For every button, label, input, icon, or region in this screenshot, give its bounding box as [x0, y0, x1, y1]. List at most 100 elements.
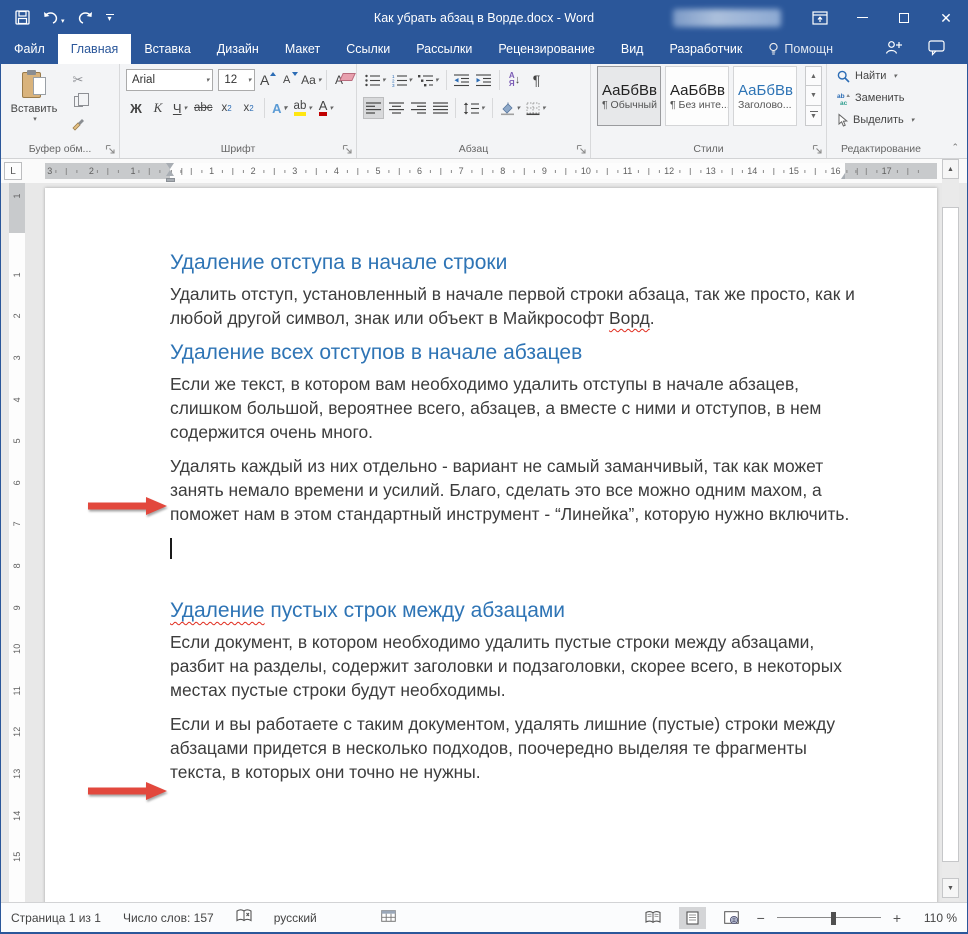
document-content[interactable]: Удаление отступа в начале строки Удалить…: [170, 188, 860, 784]
minimize-button[interactable]: [841, 1, 883, 34]
paste-button[interactable]: Вставить ▾: [7, 68, 61, 140]
maximize-button[interactable]: [883, 1, 925, 34]
format-painter-icon[interactable]: [67, 113, 89, 131]
close-button[interactable]: ✕: [925, 1, 967, 34]
style-heading1[interactable]: АаБбВв Заголово...: [733, 66, 797, 126]
document-page[interactable]: Удаление отступа в начале строки Удалить…: [45, 188, 937, 902]
read-mode-icon[interactable]: [640, 907, 667, 929]
redo-icon[interactable]: [78, 11, 93, 25]
decrease-indent-button[interactable]: [452, 69, 472, 91]
macro-record-icon[interactable]: [381, 910, 396, 925]
zoom-slider[interactable]: [777, 917, 881, 918]
paste-dropdown-icon[interactable]: ▾: [33, 115, 37, 123]
tab-developer[interactable]: Разработчик: [656, 34, 755, 64]
strikethrough-button[interactable]: abc: [192, 97, 215, 119]
align-center-button[interactable]: [386, 97, 406, 119]
page-count[interactable]: Страница 1 из 1: [11, 911, 101, 925]
increase-indent-button[interactable]: [474, 69, 494, 91]
find-button[interactable]: Найти▾: [833, 66, 931, 86]
style-normal[interactable]: АаБбВв ¶ Обычный: [597, 66, 661, 126]
tab-home[interactable]: Главная: [58, 34, 132, 64]
shading-button[interactable]: ▾: [498, 97, 523, 119]
tab-references[interactable]: Ссылки: [333, 34, 403, 64]
tab-design[interactable]: Дизайн: [204, 34, 272, 64]
zoom-slider-thumb[interactable]: [831, 912, 836, 925]
scroll-up-icon[interactable]: ▲: [942, 159, 959, 179]
sign-in-icon[interactable]: [885, 40, 902, 58]
multilevel-list-button[interactable]: ▾: [416, 69, 441, 91]
italic-button[interactable]: К: [148, 97, 168, 119]
tab-view[interactable]: Вид: [608, 34, 657, 64]
ribbon-display-options-button[interactable]: [799, 1, 841, 34]
shrink-font-button[interactable]: A: [279, 69, 299, 91]
tab-tell-me[interactable]: Помощн: [755, 34, 846, 64]
tab-file[interactable]: Файл: [1, 34, 58, 64]
collapse-ribbon-icon[interactable]: ⌃: [951, 142, 959, 153]
web-layout-icon[interactable]: [718, 907, 745, 929]
show-marks-button[interactable]: ¶: [527, 69, 547, 91]
language-indicator[interactable]: русский: [274, 911, 317, 925]
ruler-number: 4: [9, 391, 25, 407]
sort-button[interactable]: АЯ↓: [505, 69, 525, 91]
styles-gallery-expand-icon[interactable]: ▼: [805, 106, 822, 126]
hanging-indent-marker[interactable]: [166, 170, 174, 176]
tab-stop-selector[interactable]: L: [4, 162, 22, 180]
proofing-errors-icon[interactable]: [236, 909, 252, 926]
grow-font-button[interactable]: A: [257, 69, 277, 91]
font-dialog-launcher[interactable]: [342, 144, 353, 155]
comments-icon[interactable]: [928, 40, 945, 58]
borders-button[interactable]: ▾: [524, 97, 548, 119]
align-left-button[interactable]: [363, 97, 384, 119]
vertical-ruler[interactable]: 123456789101112131415 1: [9, 183, 25, 902]
font-size-select[interactable]: 12▾: [218, 69, 255, 91]
word-count[interactable]: Число слов: 157: [123, 911, 214, 925]
undo-dropdown-icon[interactable]: ▾: [61, 18, 65, 25]
tab-review[interactable]: Рецензирование: [485, 34, 608, 64]
subscript-button[interactable]: x2: [217, 97, 237, 119]
justify-button[interactable]: [430, 97, 450, 119]
select-button[interactable]: Выделить▾: [833, 110, 931, 130]
tab-mailings[interactable]: Рассылки: [403, 34, 485, 64]
clear-formatting-button[interactable]: A: [332, 69, 352, 91]
print-layout-icon[interactable]: [679, 907, 706, 929]
cut-icon[interactable]: ✂: [67, 71, 89, 89]
ruler-number: 10: [9, 641, 25, 657]
underline-button[interactable]: Ч▾: [170, 97, 190, 119]
bullets-button[interactable]: ▾: [363, 69, 388, 91]
ruler-number: 2: [232, 166, 274, 176]
first-line-indent-marker[interactable]: [166, 163, 174, 169]
replace-button[interactable]: abac Заменить: [833, 88, 931, 108]
tab-insert[interactable]: Вставка: [131, 34, 203, 64]
font-color-button[interactable]: А▾: [316, 97, 336, 119]
empty-paragraph: [170, 536, 860, 560]
zoom-in-button[interactable]: +: [893, 910, 901, 926]
undo-button[interactable]: ▾: [43, 11, 65, 25]
styles-dialog-launcher[interactable]: [812, 144, 823, 155]
clipboard-dialog-launcher[interactable]: [105, 144, 116, 155]
change-case-button[interactable]: Aa▾: [301, 69, 321, 91]
align-right-button[interactable]: [408, 97, 428, 119]
paragraph-dialog-launcher[interactable]: [576, 144, 587, 155]
text-effects-button[interactable]: А▾: [270, 97, 290, 119]
font-family-select[interactable]: Arial▾: [126, 69, 213, 91]
style-no-spacing[interactable]: АаБбВв ¶ Без инте...: [665, 66, 729, 126]
left-indent-marker[interactable]: [166, 178, 175, 182]
customize-qat-button[interactable]: ▾: [106, 14, 114, 21]
vertical-scrollbar[interactable]: ▲ ▼: [942, 159, 959, 901]
tab-layout[interactable]: Макет: [272, 34, 333, 64]
scrollbar-thumb[interactable]: [942, 207, 959, 862]
zoom-out-button[interactable]: −: [757, 910, 765, 926]
scroll-down-icon[interactable]: ▼: [942, 878, 959, 898]
copy-icon[interactable]: [67, 92, 89, 110]
text-highlight-button[interactable]: ab▾: [292, 97, 314, 119]
superscript-button[interactable]: x2: [239, 97, 259, 119]
styles-scroll-up-icon[interactable]: ▲: [805, 66, 822, 86]
numbering-button[interactable]: 123▾: [390, 69, 415, 91]
bold-button[interactable]: Ж: [126, 97, 146, 119]
account-name-blurred[interactable]: [673, 9, 781, 27]
styles-scroll-down-icon[interactable]: ▼: [805, 86, 822, 106]
zoom-level[interactable]: 110 %: [913, 911, 957, 925]
save-icon[interactable]: [15, 10, 30, 25]
line-spacing-button[interactable]: ▾: [461, 97, 487, 119]
horizontal-ruler[interactable]: 321 12345678910111213141516 17: [45, 163, 937, 179]
